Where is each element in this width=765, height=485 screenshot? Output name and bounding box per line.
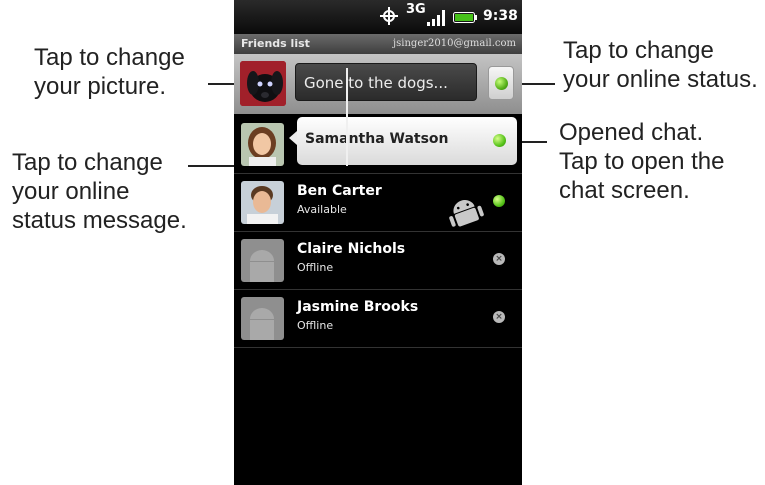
clock: 9:38 PM xyxy=(483,8,522,24)
status-message-field[interactable]: Gone to the dogs... xyxy=(295,63,477,101)
android-robot-icon xyxy=(449,200,484,227)
friend-name: Claire Nichols xyxy=(297,241,406,257)
network-type-label: 3G xyxy=(406,2,426,17)
offline-x-icon: × xyxy=(493,253,505,265)
callout-line: Tap to change xyxy=(563,37,714,64)
friend-status-text: Available xyxy=(297,203,347,216)
page-title: Friends list xyxy=(241,37,310,50)
friend-name: Ben Carter xyxy=(297,183,382,199)
callout-change-online-status: Tap to change your online status. xyxy=(563,36,758,94)
online-green-dot-icon xyxy=(493,134,506,147)
account-email: jsinger2010@gmail.com xyxy=(393,38,516,49)
status-bar: 3G 9:38 PM xyxy=(234,0,522,34)
signal-bars-icon xyxy=(427,10,445,26)
callout-line: chat screen. xyxy=(559,177,690,204)
person-photo-avatar xyxy=(241,181,284,224)
avatar xyxy=(241,123,284,166)
friend-row-claire-nichols[interactable]: Claire Nichols Offline × xyxy=(234,232,522,290)
friend-row-samantha-watson[interactable]: Samantha Watson xyxy=(234,114,522,174)
friend-row-ben-carter[interactable]: Ben Carter Available xyxy=(234,174,522,232)
friend-name: Jasmine Brooks xyxy=(297,299,419,315)
my-status-panel: Gone to the dogs... xyxy=(234,54,522,114)
friends-list-header: Friends list jsinger2010@gmail.com xyxy=(234,34,522,54)
gps-crosshair-icon xyxy=(380,7,398,25)
phone-screen: 3G 9:38 PM Friends list jsinger2010@gmai… xyxy=(234,0,522,485)
offline-x-icon: × xyxy=(493,311,505,323)
avatar xyxy=(241,239,284,282)
callout-change-status-message: Tap to change your online status message… xyxy=(12,148,187,235)
friend-status-text: Offline xyxy=(297,261,334,274)
callout-line: your picture. xyxy=(34,73,167,100)
avatar xyxy=(241,181,284,224)
callout-opened-chat: Opened chat. Tap to open the chat screen… xyxy=(559,118,724,205)
android-default-avatar xyxy=(241,297,284,340)
callout-line: Tap to change xyxy=(34,44,185,71)
callout-line: Tap to change xyxy=(12,149,163,176)
callout-line: Opened chat. xyxy=(559,119,704,146)
friend-name: Samantha Watson xyxy=(305,131,449,147)
dog-photo-avatar xyxy=(240,61,286,106)
avatar xyxy=(241,297,284,340)
callout-line: your online xyxy=(12,178,130,205)
callout-line: status message. xyxy=(12,207,187,234)
battery-icon xyxy=(453,12,477,23)
android-default-avatar xyxy=(241,239,284,282)
my-picture-button[interactable] xyxy=(240,61,286,106)
callout-line: your online status. xyxy=(563,66,758,93)
callout-change-picture: Tap to change your picture. xyxy=(34,43,185,101)
friend-status-text: Offline xyxy=(297,319,334,332)
online-status-button[interactable] xyxy=(488,66,514,100)
person-photo-avatar xyxy=(241,123,284,166)
online-green-dot-icon xyxy=(493,195,505,207)
callout-line: Tap to open the xyxy=(559,148,725,175)
callout-pointer-line xyxy=(346,68,348,166)
friend-row-jasmine-brooks[interactable]: Jasmine Brooks Offline × xyxy=(234,290,522,348)
online-green-dot-icon xyxy=(495,77,508,90)
opened-chat-bubble[interactable]: Samantha Watson xyxy=(289,117,517,165)
